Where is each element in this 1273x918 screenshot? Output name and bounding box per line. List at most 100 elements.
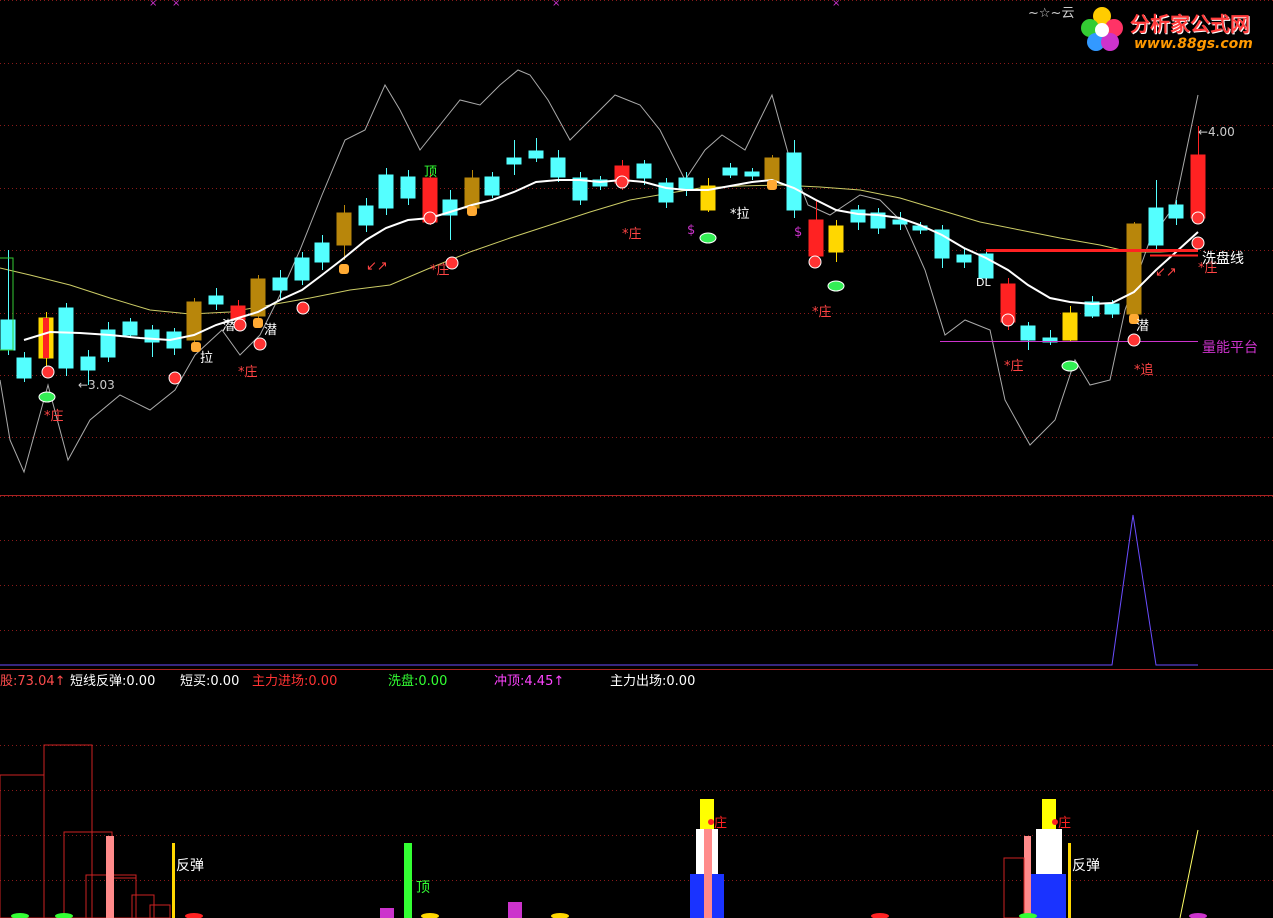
candle-body xyxy=(636,163,652,179)
readout-main-entry: 主力进场:0.00 xyxy=(252,674,338,689)
volume-bar xyxy=(0,774,45,918)
ground-marker xyxy=(551,913,569,918)
candle-body xyxy=(1020,325,1036,341)
candle-body xyxy=(400,176,416,199)
flower-logo-icon xyxy=(1081,7,1123,51)
readout-rush-top: 冲顶:4.45↑ xyxy=(494,674,565,689)
green-signal-bar xyxy=(404,843,412,918)
ding-label: 顶 xyxy=(424,165,437,180)
candle-body xyxy=(744,171,760,177)
zhuang-label: *庄 xyxy=(1004,358,1024,374)
dollar-label: $ xyxy=(687,223,695,238)
red-ball-icon xyxy=(41,365,55,379)
candle-body xyxy=(314,242,330,263)
hand-pointer-icon xyxy=(339,264,349,274)
candle-body xyxy=(272,277,288,291)
candle-body xyxy=(336,212,352,246)
window-title: ~☆~云 xyxy=(1028,6,1075,21)
logo-url: www.88gs.com xyxy=(1134,36,1253,52)
price-band-line xyxy=(0,69,1199,474)
candle-body xyxy=(1062,312,1078,341)
candle-body xyxy=(378,174,394,209)
top-label: 顶 xyxy=(416,880,430,896)
candle-body xyxy=(808,219,824,257)
red-ball-icon xyxy=(168,371,182,385)
rising-line xyxy=(1179,829,1199,918)
readout-short-rebound: 短线反弹:0.00 xyxy=(70,674,156,689)
candle-body xyxy=(16,357,32,379)
la-label: 拉 xyxy=(200,351,213,366)
top-marker-icon: × xyxy=(832,0,840,9)
candle-body xyxy=(1148,207,1164,246)
price-low-label: ←3.03 xyxy=(78,378,115,392)
zhuang-label: *庄 xyxy=(44,408,64,424)
zhui-label: *追 xyxy=(1134,362,1154,378)
readout-short-buy: 短买:0.00 xyxy=(180,674,240,689)
bottom-indicator-panel xyxy=(0,744,1207,918)
rebound-label: 反弹 xyxy=(176,858,204,874)
zhuang-label: *庄 xyxy=(812,304,832,320)
candle-body xyxy=(208,295,224,305)
wash-line-label: 洗盘线 xyxy=(1202,250,1244,267)
red-ball-icon xyxy=(808,255,822,269)
logo-title: 分析家公式网 xyxy=(1130,12,1250,36)
candle-body xyxy=(550,157,566,178)
hand-pointer-icon xyxy=(767,180,777,190)
white-block xyxy=(1036,829,1062,874)
candle-body xyxy=(144,329,160,343)
candle-core xyxy=(43,318,49,358)
readout-main-exit: 主力出场:0.00 xyxy=(610,674,696,689)
price-high-label: ←4.00 xyxy=(1198,125,1235,139)
candle-body xyxy=(722,167,738,176)
candle-body xyxy=(764,157,780,182)
green-gem-icon xyxy=(699,232,717,244)
candle-body xyxy=(58,307,74,369)
red-ball-icon xyxy=(296,301,310,315)
candle-body xyxy=(528,150,544,159)
indicator-spike-line xyxy=(0,514,1198,666)
magenta-bar xyxy=(380,908,394,918)
grid-lines: × × × × xyxy=(0,0,1273,881)
candle-body xyxy=(484,176,500,196)
arrow-marker: ↙↗ xyxy=(366,259,388,274)
arrow-marker: ↙↗ xyxy=(1155,265,1177,280)
zhuang-bottom-label: 庄 xyxy=(1058,815,1071,831)
dollar-label: $ xyxy=(794,225,802,240)
candle-body xyxy=(80,356,96,371)
zhuang-bottom-label: 庄 xyxy=(714,815,727,831)
pink-bar xyxy=(1024,836,1031,918)
top-marker-icon: × xyxy=(172,0,180,9)
site-logo[interactable]: 分析家公式网 www.88gs.com xyxy=(1074,2,1273,54)
candle-body xyxy=(850,209,866,223)
qian-label: 潜 xyxy=(1136,319,1149,334)
ground-marker xyxy=(871,913,889,918)
red-ball-icon xyxy=(233,318,247,332)
candle-body xyxy=(358,205,374,226)
zhuang-label: *庄 xyxy=(430,262,450,278)
yellow-signal-bar xyxy=(1068,843,1071,918)
red-ball-icon xyxy=(1127,333,1141,347)
red-ball-icon xyxy=(1191,236,1205,250)
qian-label: 潜 xyxy=(264,323,277,338)
green-gem-icon xyxy=(827,280,845,292)
ground-marker xyxy=(185,913,203,918)
yellow-signal-bar xyxy=(172,843,175,918)
red-ball-icon xyxy=(1191,211,1205,225)
volume-bar xyxy=(1003,857,1025,918)
top-marker-icon: × xyxy=(149,0,157,9)
blue-block xyxy=(1030,874,1066,918)
hand-pointer-icon xyxy=(467,206,477,216)
candle-body xyxy=(1126,223,1142,315)
candle-body xyxy=(956,254,972,263)
candle-body xyxy=(294,257,310,281)
pink-bar xyxy=(704,829,712,918)
ground-marker xyxy=(55,913,73,918)
readout-stock: 股:73.04↑ xyxy=(0,674,66,689)
candle-body xyxy=(122,321,138,336)
rebound-label: 反弹 xyxy=(1072,858,1100,874)
chart-stage: × × × × *庄*庄*庄*庄*庄*庄*庄*追拉*拉潜潜潜顶$ $DL←3.03←4.… xyxy=(0,0,1273,918)
indicator-readouts: 股:73.04↑ 短线反弹:0.00 短买:0.00 主力进场:0.00 洗盘:… xyxy=(0,670,1273,689)
red-ball-icon xyxy=(1001,313,1015,327)
candle-body xyxy=(786,152,802,211)
pink-bar xyxy=(106,836,114,918)
